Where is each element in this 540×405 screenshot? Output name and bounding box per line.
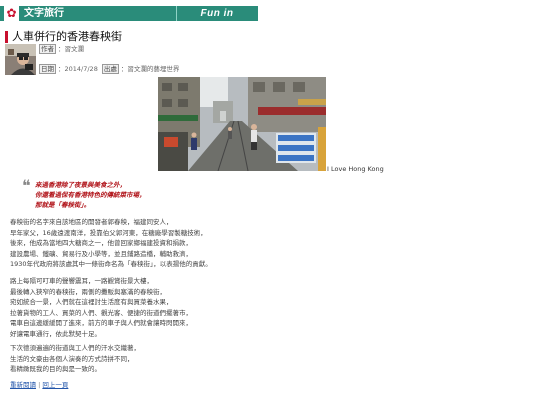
- source-value: ：習文瀾的藝埋世界: [120, 65, 180, 73]
- photo-caption: I Love Hong Kong: [327, 165, 384, 173]
- date-value: ：2014/7/28: [58, 65, 98, 73]
- link-separator: |: [38, 381, 41, 389]
- logo-icon: ✿: [6, 6, 17, 20]
- date-label: 日期: [39, 64, 56, 74]
- quote-line: 來過香港除了夜景與美食之外，: [35, 181, 126, 189]
- read-again-link[interactable]: 重新閱讀: [10, 381, 36, 389]
- quote-line: 那就是「春秧街」。: [35, 201, 91, 209]
- paragraph-line: 拉著貨物的工人、買菜的人們、觀光客、便捷的街道們擺著市，: [10, 308, 192, 317]
- date-source-line: 日期 ：2014/7/28 出處 ：習文瀾的藝埋世界: [39, 64, 179, 74]
- author-line: 作者 ：習文瀾: [39, 44, 84, 54]
- back-link[interactable]: 回上一頁: [42, 381, 68, 389]
- banner-english-title: Fun in HongKong: [176, 6, 257, 34]
- footer-links: 重新閱讀 | 回上一頁: [10, 380, 68, 390]
- paragraph: 路上每隔可叮車的聲響震耳，一路觀賞街景大樓， 最後轉入狹窄的春秧街，兩側的攤販與…: [10, 276, 192, 339]
- paragraph-line: 宛如統合一景，人們就在這裡討生活度有與買菜養水果，: [10, 298, 173, 306]
- paragraph-line: 後來，他成為當地四大糖商之一，他曾回家鄉福建投資和捐款，: [10, 239, 192, 247]
- paragraph-line: 早年家父，16歲遠渡南洋，投靠伯父郭河東，在糖廠學習製糖技術，: [10, 228, 207, 237]
- paragraph: 春秧街的名字來自該地區的開發者郭春秧，福建同安人， 早年家父，16歲遠渡南洋，投…: [10, 217, 212, 270]
- paragraph-line: 最後轉入狹窄的春秧街，兩側的攤販與塞滿的春秧街，: [10, 287, 166, 296]
- paragraph-line: 1930年代政府將該處其中一條街命名為「春秧街」，以表揚他的貢獻。: [10, 260, 212, 268]
- paragraph-line: 春秧街的名字來自該地區的開發者郭春秧，福建同安人，: [10, 218, 173, 226]
- paragraph: 下次德須遍遍的街道與工人們的汗水交織著， 生活的文豪由各個人演奏的方式詩拼不同，…: [10, 343, 140, 375]
- title-accent-bar: [5, 31, 8, 43]
- street-photo: [158, 77, 326, 172]
- source-label: 出處: [101, 64, 119, 74]
- quote-line: 你還看過保有香港特色的傳統菜市場，: [35, 191, 146, 199]
- paragraph-line: 路上每隔可叮車的聲響震耳，一路觀賞街景大樓，: [10, 277, 153, 285]
- paragraph-line: 看精緻既我的目的與是一致的。: [10, 365, 101, 373]
- page-title: 人車併行的香港春秧街: [12, 30, 122, 43]
- author-label: 作者: [39, 44, 56, 54]
- quote-icon: ❝: [22, 176, 31, 195]
- paragraph-line: 好讓電車通行，依此默契十足。: [10, 329, 101, 338]
- paragraph-line: 建設農場、鐵礦、貿易行及小學等，並且鋪路造橋，輔助救濟，: [10, 249, 192, 258]
- paragraph-line: 生活的文豪由各個人演奏的方式詩拼不同，: [10, 354, 134, 363]
- paragraph-line: 下次德須遍遍的街道與工人們的汗水交織著，: [10, 344, 140, 352]
- banner-title: 文字旅行: [24, 8, 64, 19]
- avatar: [5, 44, 36, 75]
- author-name: ：習文瀾: [58, 45, 84, 53]
- paragraph-line: 電車自這邊緩緩開了進來，前方的車子與人們就會讓時閃開來，: [10, 319, 192, 327]
